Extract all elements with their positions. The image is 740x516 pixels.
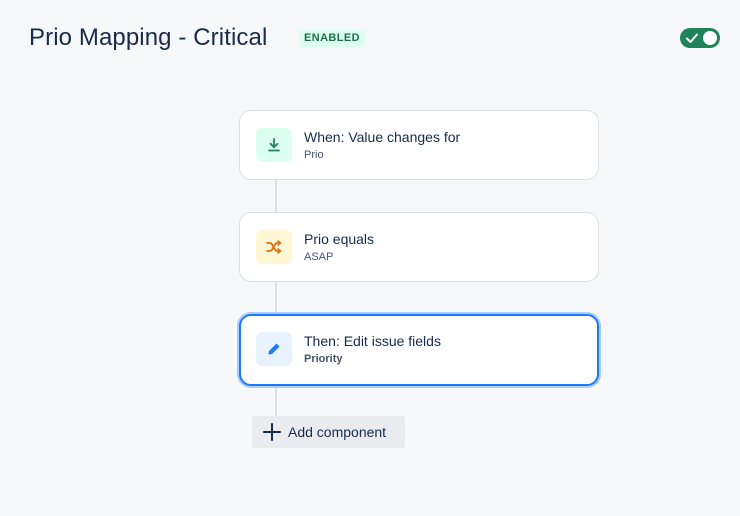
page-title: Prio Mapping - Critical xyxy=(29,24,268,51)
trigger-card[interactable]: When: Value changes for Prio xyxy=(239,110,599,180)
status-badge: ENABLED xyxy=(299,30,365,47)
shuffle-icon xyxy=(256,230,292,264)
action-subtitle: Priority xyxy=(304,353,343,365)
trigger-subtitle: Prio xyxy=(304,149,324,161)
plus-icon xyxy=(263,423,281,441)
add-component-button[interactable]: Add component xyxy=(252,416,405,448)
pencil-icon xyxy=(256,332,292,366)
connector-line xyxy=(275,282,277,314)
condition-subtitle: ASAP xyxy=(304,251,334,263)
trigger-title: When: Value changes for xyxy=(304,129,461,145)
enable-toggle[interactable] xyxy=(680,28,720,48)
connector-line xyxy=(275,386,277,416)
condition-title: Prio equals xyxy=(304,231,375,247)
condition-card[interactable]: Prio equals ASAP xyxy=(239,212,599,282)
download-arrow-icon xyxy=(256,128,292,162)
connector-line xyxy=(275,180,277,212)
toggle-knob xyxy=(703,31,717,45)
check-icon xyxy=(686,33,698,43)
action-card[interactable]: Then: Edit issue fields Priority xyxy=(239,314,599,386)
action-title: Then: Edit issue fields xyxy=(304,333,441,349)
add-component-label: Add component xyxy=(288,424,387,440)
